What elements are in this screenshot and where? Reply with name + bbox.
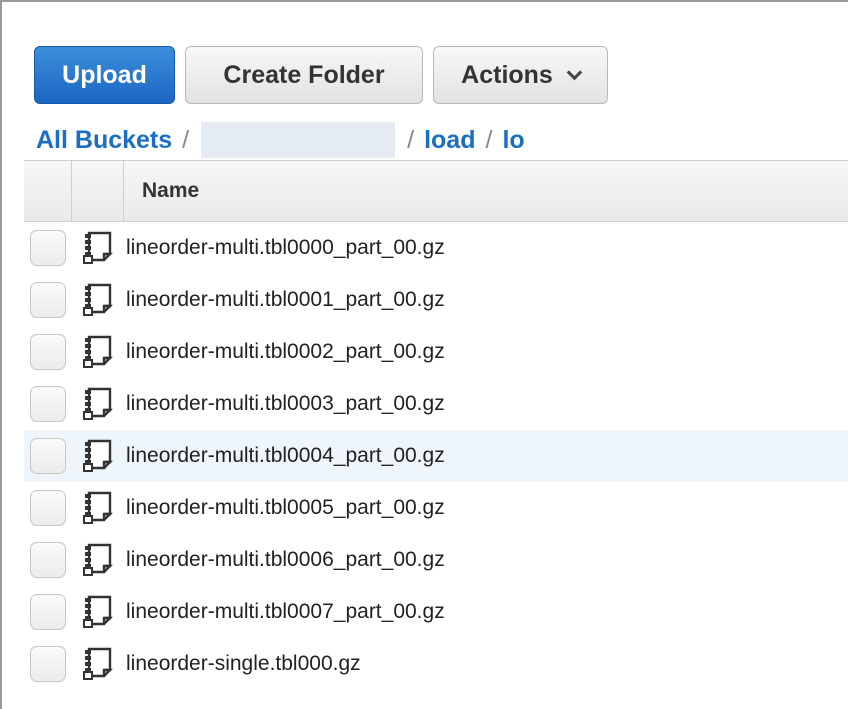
zip-file-icon [80, 230, 116, 266]
breadcrumb-folder-lo[interactable]: lo [502, 126, 524, 155]
file-name-link[interactable]: lineorder-multi.tbl0005_part_00.gz [126, 496, 445, 520]
table-body: lineorder-multi.tbl0000_part_00.gzlineor… [24, 222, 848, 690]
breadcrumb-bucket-redacted[interactable] [201, 122, 396, 158]
zip-file-icon [80, 334, 116, 370]
row-checkbox[interactable] [30, 334, 66, 370]
zip-file-icon [80, 386, 116, 422]
row-checkbox[interactable] [30, 594, 66, 630]
file-name-link[interactable]: lineorder-multi.tbl0000_part_00.gz [126, 236, 445, 260]
zip-file-icon [80, 542, 116, 578]
file-name-link[interactable]: lineorder-single.tbl000.gz [126, 652, 361, 676]
table-row[interactable]: lineorder-multi.tbl0003_part_00.gz [24, 378, 848, 430]
table-row[interactable]: lineorder-multi.tbl0006_part_00.gz [24, 534, 848, 586]
row-checkbox[interactable] [30, 438, 66, 474]
breadcrumb-separator: / [485, 125, 493, 154]
zip-file-icon [80, 438, 116, 474]
file-name-link[interactable]: lineorder-multi.tbl0003_part_00.gz [126, 392, 445, 416]
upload-button[interactable]: Upload [34, 46, 175, 104]
actions-dropdown-button[interactable]: Actions [433, 46, 608, 104]
file-name-link[interactable]: lineorder-multi.tbl0002_part_00.gz [126, 340, 445, 364]
create-folder-button[interactable]: Create Folder [185, 46, 423, 104]
breadcrumb-separator: / [407, 125, 415, 154]
s3-browser-panel: Upload Create Folder Actions All Buckets… [0, 0, 848, 709]
toolbar: Upload Create Folder Actions [34, 46, 608, 106]
table-header: Name [24, 160, 848, 222]
file-table: Name lineorder-multi.tbl0000_part_00.gz l… [24, 160, 848, 690]
row-checkbox[interactable] [30, 230, 66, 266]
row-checkbox[interactable] [30, 490, 66, 526]
zip-file-icon [80, 282, 116, 318]
file-name-link[interactable]: lineorder-multi.tbl0004_part_00.gz [126, 444, 445, 468]
breadcrumb-folder-load[interactable]: load [424, 126, 475, 155]
table-row[interactable]: lineorder-multi.tbl0000_part_00.gz [24, 222, 848, 274]
file-name-link[interactable]: lineorder-multi.tbl0001_part_00.gz [126, 288, 445, 312]
zip-file-icon [80, 490, 116, 526]
chevron-down-icon [566, 64, 583, 80]
header-select-column [24, 161, 72, 221]
row-checkbox[interactable] [30, 386, 66, 422]
zip-file-icon [80, 594, 116, 630]
row-checkbox[interactable] [30, 542, 66, 578]
file-name-link[interactable]: lineorder-multi.tbl0006_part_00.gz [126, 548, 445, 572]
table-row[interactable]: lineorder-multi.tbl0005_part_00.gz [24, 482, 848, 534]
column-header-name[interactable]: Name [124, 161, 848, 221]
row-checkbox[interactable] [30, 646, 66, 682]
header-icon-column [72, 161, 124, 221]
breadcrumb-separator: / [182, 125, 190, 154]
table-row[interactable]: lineorder-multi.tbl0004_part_00.gz [24, 430, 848, 482]
table-row[interactable]: lineorder-multi.tbl0007_part_00.gz [24, 586, 848, 638]
table-row[interactable]: lineorder-multi.tbl0002_part_00.gz [24, 326, 848, 378]
table-row[interactable]: lineorder-single.tbl000.gz [24, 638, 848, 690]
table-row[interactable]: lineorder-multi.tbl0001_part_00.gz [24, 274, 848, 326]
breadcrumb: All Buckets / / load / lo [36, 122, 525, 158]
zip-file-icon [80, 646, 116, 682]
actions-label: Actions [461, 60, 553, 89]
breadcrumb-all-buckets[interactable]: All Buckets [36, 126, 172, 155]
file-name-link[interactable]: lineorder-multi.tbl0007_part_00.gz [126, 600, 445, 624]
row-checkbox[interactable] [30, 282, 66, 318]
